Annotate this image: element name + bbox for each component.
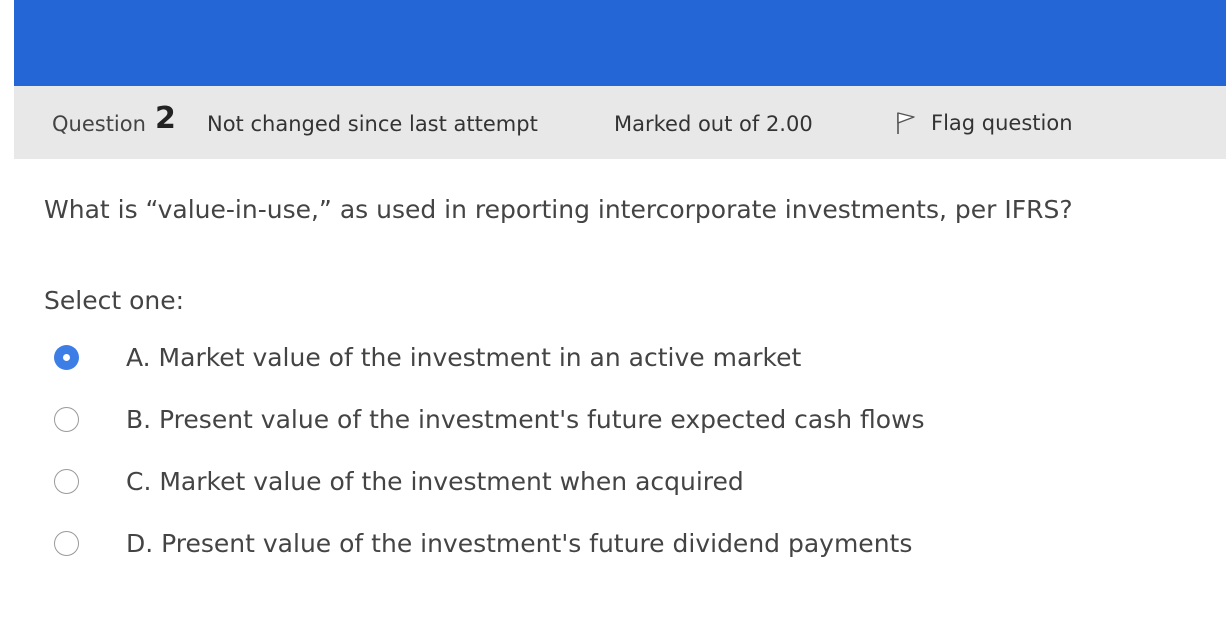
answer-option-a-label: A. Market value of the investment in an … — [126, 342, 802, 372]
radio-option-b[interactable] — [54, 406, 79, 432]
question-text: What is “value-in-use,” as used in repor… — [44, 195, 1073, 224]
question-info-bar: Question 2 Not changed since last attemp… — [14, 86, 1226, 159]
question-label: Question — [52, 112, 146, 136]
radio-option-d[interactable] — [54, 530, 79, 556]
select-one-prompt: Select one: — [44, 286, 185, 315]
answer-option-b-label: B. Present value of the investment's fut… — [126, 404, 925, 434]
flag-question-button[interactable]: Flag question — [894, 110, 1073, 136]
answer-option-a[interactable]: A. Market value of the investment in an … — [54, 335, 1154, 379]
flag-icon — [897, 112, 915, 134]
answer-option-c-label: C. Market value of the investment when a… — [126, 466, 744, 496]
answer-option-b[interactable]: B. Present value of the investment's fut… — [54, 397, 1154, 441]
question-status: Not changed since last attempt — [207, 112, 538, 136]
page-banner — [14, 0, 1226, 86]
radio-option-c[interactable] — [54, 468, 79, 494]
question-marks: Marked out of 2.00 — [614, 112, 813, 136]
question-number: 2 — [155, 101, 176, 136]
answer-option-d[interactable]: D. Present value of the investment's fut… — [54, 521, 1154, 565]
radio-option-a[interactable] — [54, 344, 79, 370]
page-left-margin — [0, 0, 14, 642]
flag-question-label: Flag question — [931, 111, 1073, 135]
answer-option-d-label: D. Present value of the investment's fut… — [126, 528, 913, 558]
answer-option-c[interactable]: C. Market value of the investment when a… — [54, 459, 1154, 503]
